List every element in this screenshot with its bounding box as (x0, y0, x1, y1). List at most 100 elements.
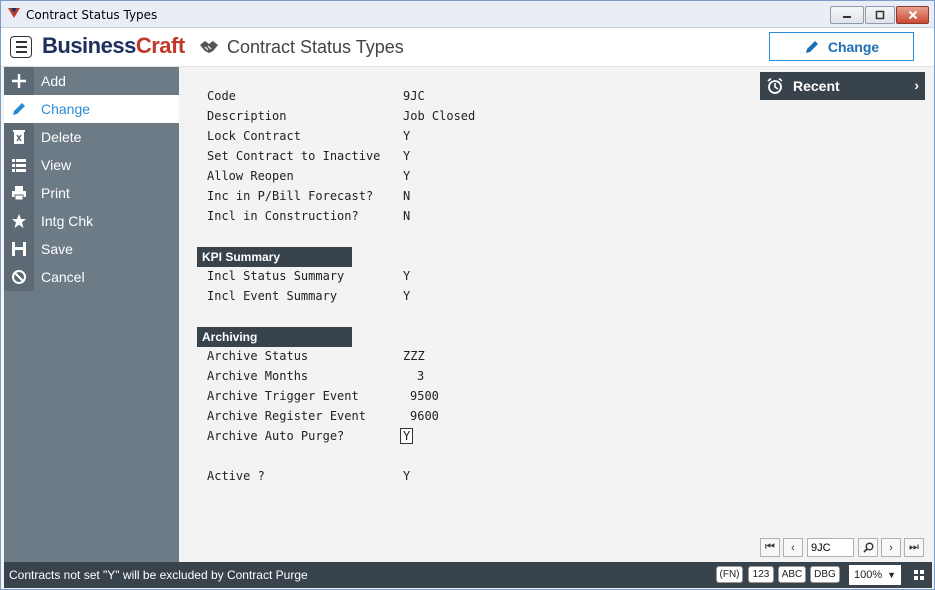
previous-record-button[interactable]: ‹ (783, 538, 803, 557)
field-label: Archive Auto Purge? (207, 429, 345, 443)
logo-part-business: Business (42, 33, 136, 58)
field-value[interactable]: 9500 (410, 389, 439, 403)
fn-toggle[interactable]: (FN) (716, 566, 743, 583)
field-label: Archive Status (207, 349, 309, 363)
section-archiving: Archiving (197, 327, 352, 347)
field-label: Archive Register Event (207, 409, 366, 423)
maximize-button[interactable] (865, 6, 895, 24)
sidebar-item-label: Intg Chk (41, 213, 94, 229)
title-bar: Contract Status Types (1, 1, 934, 28)
field-value[interactable]: N (403, 189, 410, 203)
trash-icon (4, 123, 34, 151)
field-value[interactable]: Y (403, 469, 410, 483)
zoom-value: 100% (853, 569, 883, 581)
pencil-icon (4, 95, 34, 123)
star-icon (4, 207, 34, 235)
field-label: Description (207, 109, 287, 123)
field-value[interactable]: Y (403, 129, 410, 143)
form-content: Recent › Code 9JC Description Job Closed… (179, 67, 934, 562)
sidebar-item-add[interactable]: Add (4, 67, 179, 95)
recent-panel-toggle[interactable]: Recent › (760, 72, 925, 100)
save-icon (4, 235, 34, 263)
field-label: Inc in P/Bill Forecast? (207, 189, 374, 203)
app-logo-icon (8, 8, 20, 18)
field-value[interactable]: Job Closed (403, 109, 475, 123)
field-value[interactable]: ZZZ (403, 349, 425, 363)
pencil-icon (805, 40, 818, 53)
field-label: Set Contract to Inactive (207, 149, 381, 163)
field-value[interactable]: Y (403, 289, 410, 303)
close-window-button[interactable] (896, 6, 929, 24)
field-value[interactable]: Y (403, 169, 410, 183)
field-value[interactable]: N (403, 209, 410, 223)
field-label: Allow Reopen (207, 169, 294, 183)
field-value[interactable]: Y (403, 269, 410, 283)
field-label: Incl in Construction? (207, 209, 359, 223)
field-label: Active ? (207, 469, 265, 483)
sidebar-item-view[interactable]: View (4, 151, 179, 179)
field-label: Archive Months (207, 369, 309, 383)
printer-icon (4, 179, 34, 207)
first-page-icon: ⏮ (765, 541, 775, 553)
field-label: Incl Event Summary (207, 289, 338, 303)
app-window: Contract Status Types BusinessCraft Cont… (0, 0, 935, 590)
record-code-input[interactable]: 9JC (807, 538, 854, 557)
numeric-toggle[interactable]: 123 (748, 566, 774, 583)
field-value[interactable]: Y (403, 149, 410, 163)
field-label: Lock Contract (207, 129, 301, 143)
menu-button[interactable] (10, 36, 32, 58)
sidebar-item-intg-chk[interactable]: Intg Chk (4, 207, 179, 235)
sidebar-item-save[interactable]: Save (4, 235, 179, 263)
sidebar-item-delete[interactable]: Delete (4, 123, 179, 151)
sidebar-item-label: Delete (41, 129, 82, 145)
hamburger-icon-line (15, 46, 27, 48)
sidebar-item-label: Add (41, 73, 66, 89)
hamburger-icon-line (15, 51, 27, 53)
sidebar-item-label: Change (41, 101, 91, 117)
status-bar: Contracts not set "Y" will be excluded b… (4, 562, 932, 588)
hamburger-icon (15, 41, 27, 43)
field-value[interactable]: 3 (417, 369, 424, 383)
chevron-right-icon: › (889, 541, 893, 554)
find-record-button[interactable] (858, 538, 878, 557)
plus-icon (4, 67, 34, 95)
cancel-icon (4, 263, 34, 291)
handshake-icon (200, 41, 218, 53)
brand-logo: BusinessCraft (42, 33, 185, 59)
change-button-label: Change (827, 38, 880, 55)
section-kpi-summary: KPI Summary (197, 247, 352, 267)
change-button[interactable]: Change (769, 32, 914, 61)
field-label: Incl Status Summary (207, 269, 345, 283)
field-label: Code (207, 89, 236, 103)
field-value[interactable]: 9600 (410, 409, 439, 423)
status-message: Contracts not set "Y" will be excluded b… (9, 568, 308, 582)
debug-toggle[interactable]: DBG (810, 566, 840, 583)
record-navigator: ⏮ ‹ 9JC › ⏭ (179, 538, 934, 557)
chevron-down-icon: ▼ (887, 570, 897, 580)
last-page-icon: ⏭ (909, 541, 919, 553)
close-icon (908, 10, 917, 20)
action-sidebar: Add Change Delete View Print Intg Chk Sa… (4, 67, 179, 562)
first-record-button[interactable]: ⏮ (760, 538, 780, 557)
window-title: Contract Status Types (26, 8, 158, 22)
field-label: Archive Trigger Event (207, 389, 359, 403)
field-value[interactable]: 9JC (403, 89, 425, 103)
chevron-left-icon: ‹ (791, 541, 795, 554)
sidebar-item-change[interactable]: Change (4, 95, 179, 123)
zoom-select[interactable]: 100% ▼ (849, 565, 901, 585)
sidebar-item-label: Print (41, 185, 70, 201)
abc-toggle[interactable]: ABC (778, 566, 806, 583)
archive-auto-purge-input[interactable]: Y (400, 428, 414, 444)
minimize-icon (843, 16, 851, 18)
next-record-button[interactable]: › (881, 538, 901, 557)
chevron-right-icon: › (914, 77, 919, 93)
sidebar-item-print[interactable]: Print (4, 179, 179, 207)
minimize-button[interactable] (830, 6, 864, 24)
recent-label: Recent (793, 78, 840, 94)
app-header: BusinessCraft Contract Status Types Chan… (1, 28, 934, 67)
maximize-icon (875, 10, 885, 20)
sidebar-item-cancel[interactable]: Cancel (4, 263, 179, 291)
sidebar-item-label: Cancel (41, 269, 85, 285)
grid-grip-icon (914, 570, 924, 580)
last-record-button[interactable]: ⏭ (904, 538, 924, 557)
